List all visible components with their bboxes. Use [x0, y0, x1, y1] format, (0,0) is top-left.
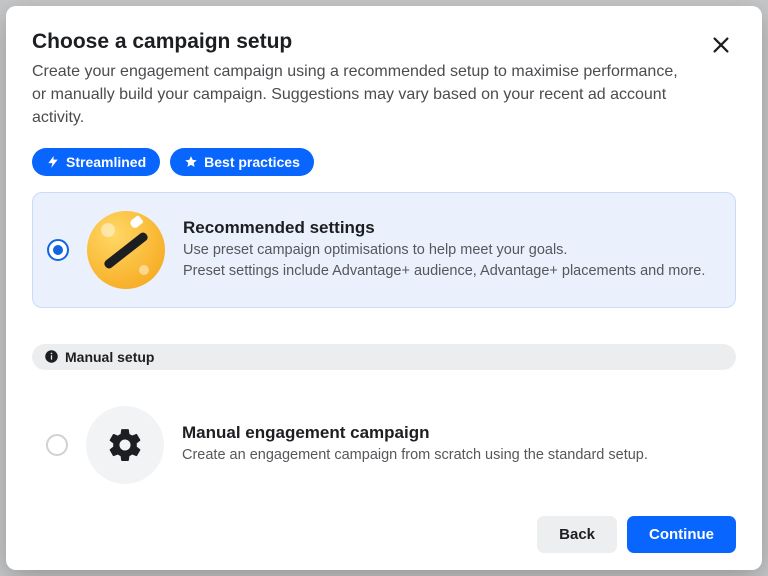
- modal-subtitle: Create your engagement campaign using a …: [32, 60, 692, 130]
- modal-title: Choose a campaign setup: [32, 30, 692, 54]
- recommended-settings-option[interactable]: Recommended settings Use preset campaign…: [32, 192, 736, 308]
- streamlined-badge-label: Streamlined: [66, 154, 146, 170]
- continue-button[interactable]: Continue: [627, 516, 736, 553]
- recommended-desc-line2: Preset settings include Advantage+ audie…: [183, 261, 717, 281]
- streamlined-badge: Streamlined: [32, 148, 160, 176]
- gear-icon: [86, 406, 164, 484]
- manual-title: Manual engagement campaign: [182, 423, 718, 443]
- modal-footer: Back Continue: [32, 502, 736, 553]
- star-icon: [184, 155, 198, 169]
- best-practices-badge-label: Best practices: [204, 154, 300, 170]
- recommended-title: Recommended settings: [183, 218, 717, 238]
- modal-header: Choose a campaign setup Create your enga…: [32, 30, 736, 148]
- manual-text: Manual engagement campaign Create an eng…: [182, 423, 718, 465]
- close-icon: [710, 34, 732, 56]
- manual-campaign-option[interactable]: Manual engagement campaign Create an eng…: [32, 388, 736, 502]
- header-text: Choose a campaign setup Create your enga…: [32, 30, 692, 148]
- magic-wand-icon: [87, 211, 165, 289]
- manual-desc: Create an engagement campaign from scrat…: [182, 445, 718, 465]
- back-button[interactable]: Back: [537, 516, 617, 553]
- recommended-text: Recommended settings Use preset campaign…: [183, 218, 717, 281]
- close-button[interactable]: [706, 30, 736, 60]
- recommended-radio[interactable]: [47, 239, 69, 261]
- manual-setup-label: Manual setup: [65, 349, 154, 365]
- info-icon: [44, 349, 59, 364]
- campaign-setup-modal: Choose a campaign setup Create your enga…: [6, 6, 762, 570]
- manual-radio[interactable]: [46, 434, 68, 456]
- manual-setup-badge: Manual setup: [32, 344, 736, 370]
- recommended-desc-line1: Use preset campaign optimisations to hel…: [183, 240, 717, 260]
- best-practices-badge: Best practices: [170, 148, 314, 176]
- badge-row: Streamlined Best practices: [32, 148, 736, 176]
- lightning-icon: [46, 155, 60, 169]
